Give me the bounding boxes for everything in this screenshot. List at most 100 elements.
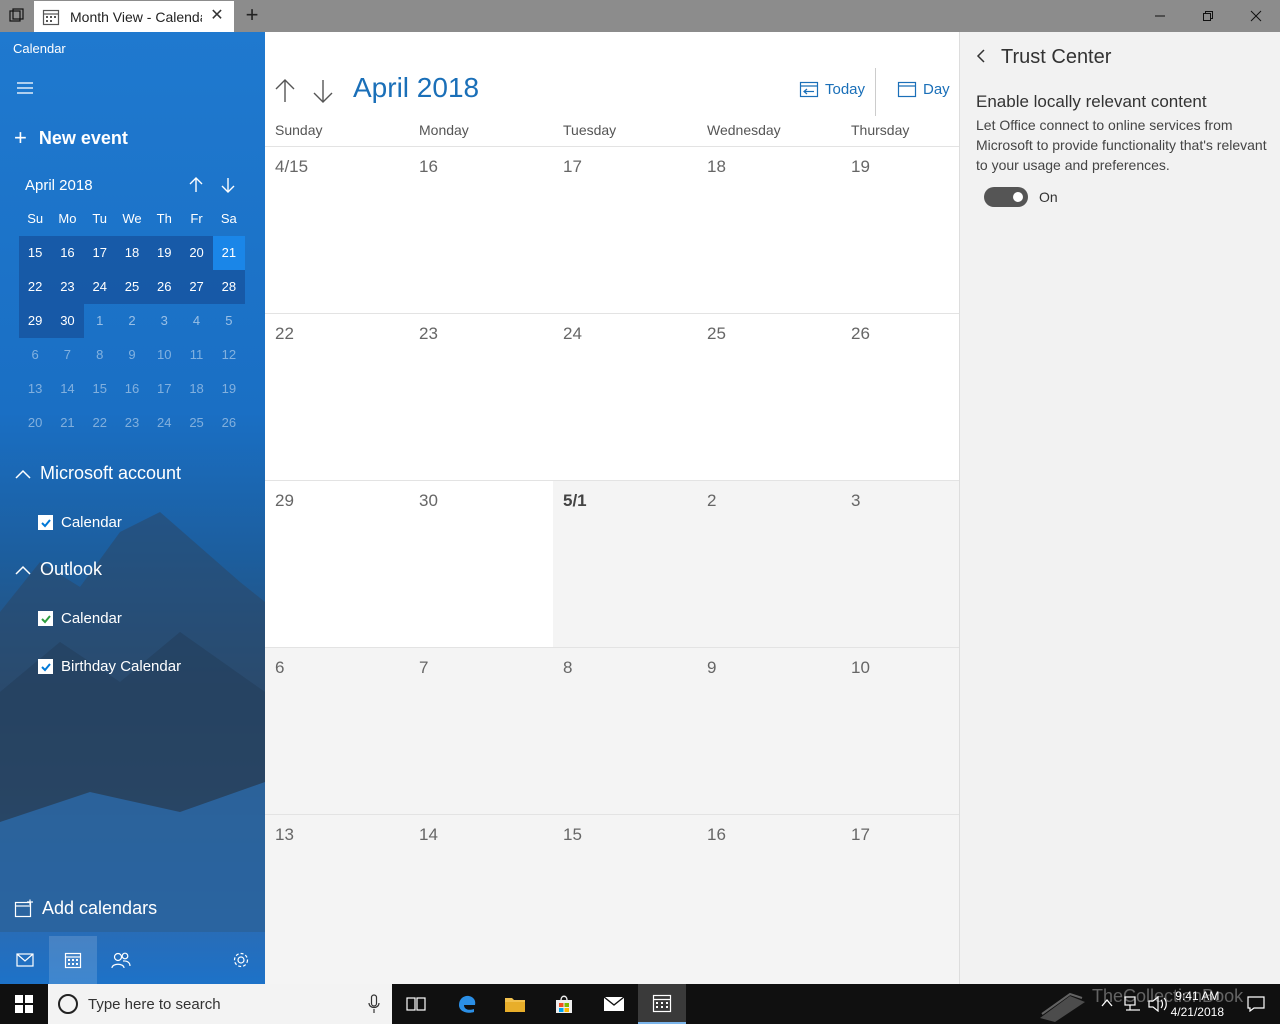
day-cell[interactable]: 19 (841, 147, 959, 313)
restore-button[interactable] (1184, 0, 1232, 32)
mini-day[interactable]: 4 (180, 304, 212, 338)
mini-day[interactable]: 14 (51, 372, 83, 406)
people-icon[interactable] (97, 936, 145, 984)
action-center-icon[interactable] (1232, 984, 1280, 1024)
checkbox-checked-icon[interactable] (38, 611, 53, 626)
mini-day[interactable]: 10 (148, 338, 180, 372)
mini-day[interactable]: 24 (83, 270, 116, 304)
mini-day[interactable]: 12 (213, 338, 245, 372)
group-header-microsoft-account[interactable]: Microsoft account (14, 463, 181, 484)
windows-start-icon[interactable] (0, 984, 48, 1024)
mini-day[interactable]: 16 (51, 236, 84, 270)
calendar-tab[interactable]: Month View - Calendar ✕ (34, 1, 234, 32)
mini-day[interactable]: 9 (116, 338, 148, 372)
mini-day[interactable]: 22 (19, 270, 52, 304)
day-cell[interactable]: 6 (265, 648, 409, 814)
taskbar-search-box[interactable]: Type here to search (48, 984, 392, 1024)
mini-day[interactable]: 20 (180, 236, 213, 270)
day-cell[interactable]: 2 (697, 481, 841, 647)
mini-day[interactable]: 27 (180, 270, 213, 304)
day-cell[interactable]: 5/1 (553, 481, 697, 647)
add-calendars-button[interactable]: Add calendars (14, 898, 157, 919)
calendar-item-birthday-calendar[interactable]: Birthday Calendar (38, 658, 181, 675)
group-header-outlook[interactable]: Outlook (14, 559, 102, 580)
minimize-button[interactable] (1136, 0, 1184, 32)
day-cell[interactable]: 18 (697, 147, 841, 313)
mini-calendar-title[interactable]: April 2018 (25, 177, 93, 194)
mini-day[interactable]: 24 (148, 406, 180, 440)
day-cell[interactable]: 15 (553, 815, 697, 984)
mini-day[interactable]: 11 (180, 338, 212, 372)
next-month-arrow-icon[interactable] (311, 76, 335, 106)
day-cell[interactable]: 8 (553, 648, 697, 814)
day-cell[interactable]: 3 (841, 481, 959, 647)
mini-day[interactable]: 15 (84, 372, 116, 406)
mini-calendar-down-arrow-icon[interactable] (219, 174, 237, 196)
day-cell[interactable]: 13 (265, 815, 409, 984)
mini-day[interactable]: 20 (19, 406, 51, 440)
mini-day[interactable]: 26 (148, 270, 181, 304)
mini-day[interactable]: 18 (180, 372, 212, 406)
new-tab-button[interactable]: + (240, 4, 264, 28)
close-button[interactable] (1232, 0, 1280, 32)
settings-icon[interactable] (217, 936, 265, 984)
store-icon[interactable] (540, 984, 588, 1024)
mail-icon[interactable] (1, 936, 49, 984)
mini-day[interactable]: 25 (115, 270, 149, 304)
month-title[interactable]: April 2018 (353, 72, 479, 104)
day-cell[interactable]: 17 (553, 147, 697, 313)
previous-month-arrow-icon[interactable] (273, 76, 297, 106)
microphone-icon[interactable] (368, 994, 380, 1014)
edge-browser-icon[interactable] (443, 984, 491, 1024)
mini-day[interactable]: 18 (115, 236, 149, 270)
mini-day[interactable]: 8 (84, 338, 116, 372)
day-cell[interactable]: 25 (697, 314, 841, 480)
day-cell[interactable]: 10 (841, 648, 959, 814)
calendar-app-taskbar-icon[interactable] (638, 984, 686, 1024)
day-cell[interactable]: 26 (841, 314, 959, 480)
mini-day[interactable]: 15 (19, 236, 52, 270)
mini-day[interactable]: 25 (180, 406, 212, 440)
mini-calendar-up-arrow-icon[interactable] (187, 174, 205, 196)
task-view-icon[interactable] (392, 984, 440, 1024)
mini-day[interactable]: 13 (19, 372, 51, 406)
day-cell[interactable]: 24 (553, 314, 697, 480)
mini-day[interactable]: 21 (51, 406, 83, 440)
day-cell[interactable]: 7 (409, 648, 553, 814)
mini-day[interactable]: 3 (148, 304, 180, 338)
new-event-button[interactable]: + New event (14, 125, 128, 151)
mini-day[interactable]: 7 (51, 338, 83, 372)
day-cell[interactable]: 17 (841, 815, 959, 984)
checkbox-checked-icon[interactable] (38, 515, 53, 530)
day-cell[interactable]: 16 (697, 815, 841, 984)
calendar-item-outlook-calendar[interactable]: Calendar (38, 610, 122, 627)
mini-day[interactable]: 16 (116, 372, 148, 406)
day-cell[interactable]: 4/15 (265, 147, 409, 313)
mini-day[interactable]: 22 (84, 406, 116, 440)
close-tab-icon[interactable]: ✕ (208, 7, 226, 25)
mini-day[interactable]: 26 (213, 406, 245, 440)
today-button[interactable]: Today (799, 80, 865, 98)
mini-day[interactable]: 30 (51, 304, 84, 338)
day-view-button[interactable]: Day (897, 80, 950, 98)
mini-day[interactable]: 19 (148, 236, 181, 270)
mini-day[interactable]: 29 (19, 304, 52, 338)
back-arrow-icon[interactable] (974, 48, 988, 64)
mini-day[interactable]: 19 (213, 372, 245, 406)
mini-day-today[interactable]: 21 (212, 236, 245, 270)
mini-day[interactable]: 2 (116, 304, 148, 338)
checkbox-checked-icon[interactable] (38, 659, 53, 674)
sets-icon[interactable] (0, 0, 34, 32)
calendar-icon[interactable] (49, 936, 97, 984)
mini-day[interactable]: 6 (19, 338, 51, 372)
taskbar-clock[interactable]: 9:41 AM 4/21/2018 (1171, 988, 1224, 1020)
mini-day[interactable]: 5 (213, 304, 245, 338)
mail-app-icon[interactable] (590, 984, 638, 1024)
day-cell[interactable]: 22 (265, 314, 409, 480)
file-explorer-icon[interactable] (491, 984, 539, 1024)
mini-day[interactable]: 17 (148, 372, 180, 406)
day-cell[interactable]: 29 (265, 481, 409, 647)
mini-day[interactable]: 17 (83, 236, 116, 270)
locally-relevant-content-toggle[interactable] (984, 187, 1028, 207)
day-cell[interactable]: 14 (409, 815, 553, 984)
